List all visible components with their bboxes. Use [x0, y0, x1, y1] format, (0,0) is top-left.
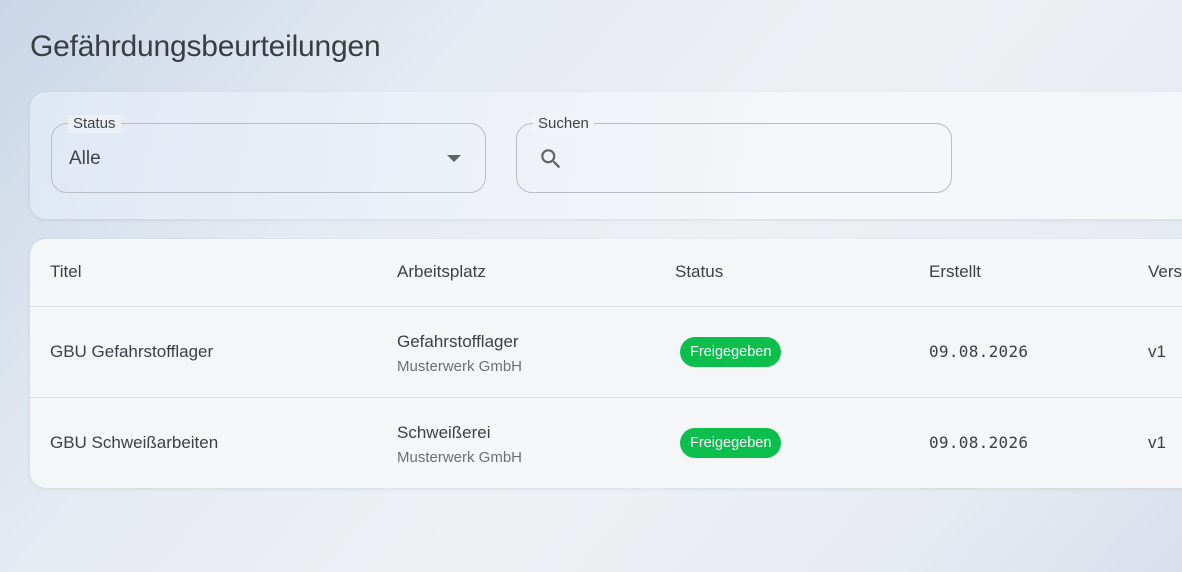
row-title: GBU Gefahrstofflager	[30, 306, 397, 398]
assessments-table-card: Titel Arbeitsplatz Status Erstellt Vers …	[30, 239, 1182, 488]
row-version: v1	[1148, 432, 1166, 452]
page-title: Gefährdungsbeurteilungen	[30, 30, 381, 63]
row-title: GBU Schweißarbeiten	[50, 432, 219, 452]
column-header-title[interactable]: Titel	[30, 239, 397, 307]
status-select[interactable]: Status Alle	[51, 115, 486, 193]
column-header-workplace[interactable]: Arbeitsplatz	[397, 239, 675, 307]
column-header-status[interactable]: Status	[675, 239, 929, 307]
chevron-down-icon[interactable]	[447, 155, 461, 162]
workplace-company: Musterwerk GmbH	[397, 448, 523, 466]
column-header-created[interactable]: Erstellt	[929, 239, 1148, 307]
created-date: 09.08.2026	[929, 432, 1029, 452]
status-select-label: Status	[68, 115, 121, 133]
filter-panel: Status Alle Suchen	[30, 92, 1182, 219]
status-badge: Freigegeben	[680, 336, 782, 367]
search-field-label: Suchen	[533, 115, 594, 133]
row-workplace: Schweißerei Musterwerk GmbH	[397, 397, 675, 488]
status-select-value: Alle	[69, 148, 101, 169]
row-version: v1	[1148, 306, 1182, 398]
workplace-name: Gefahrstofflager	[397, 331, 519, 351]
search-input[interactable]	[573, 138, 933, 178]
workplace-company: Musterwerk GmbH	[397, 357, 523, 375]
table-row[interactable]: GBU Gefahrstofflager Gefahrstofflager Mu…	[30, 306, 1182, 398]
search-field[interactable]: Suchen	[516, 115, 952, 193]
column-header-version[interactable]: Vers	[1148, 239, 1182, 307]
table-header-row: Titel Arbeitsplatz Status Erstellt Vers	[30, 239, 1182, 307]
row-workplace: Gefahrstofflager Musterwerk GmbH	[397, 306, 675, 398]
row-created: 09.08.2026	[929, 306, 1148, 398]
workplace-name: Schweißerei	[397, 422, 491, 442]
table-row[interactable]: GBU Schweißarbeiten Schweißerei Musterwe…	[30, 397, 1182, 488]
row-created: 09.08.2026	[929, 397, 1148, 488]
status-badge: Freigegeben	[680, 427, 782, 458]
created-date: 09.08.2026	[929, 341, 1029, 361]
row-status: Freigegeben	[675, 306, 929, 398]
row-status: Freigegeben	[675, 397, 929, 488]
search-icon	[541, 149, 561, 169]
assessments-table: Titel Arbeitsplatz Status Erstellt Vers …	[30, 239, 1182, 488]
